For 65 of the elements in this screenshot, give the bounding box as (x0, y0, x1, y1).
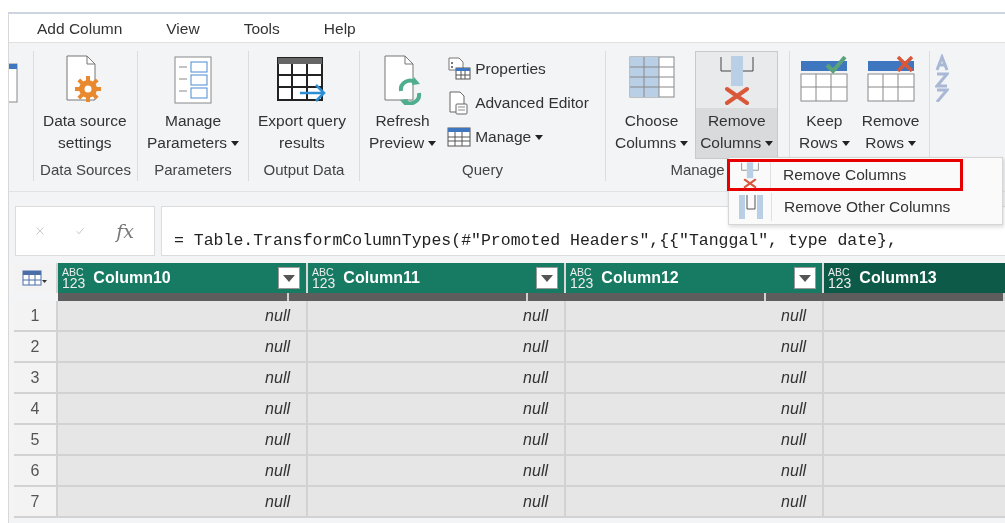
table-cell: null (308, 363, 566, 392)
table-cell: null (58, 332, 308, 361)
table-cell: null (308, 301, 566, 330)
table-cell: null (308, 456, 566, 485)
ribbon-button[interactable]: Remove Columns (695, 51, 779, 159)
filter-dropdown-button[interactable] (536, 267, 558, 289)
ribbon-button[interactable]: Refresh Preview (364, 51, 442, 159)
table-cell: null (566, 456, 824, 485)
columns-table-icon (628, 55, 675, 99)
ribbon-button[interactable]: Manage Parameters (142, 51, 245, 159)
table-cell: null (566, 487, 824, 516)
table-cell: null (566, 394, 824, 423)
caret-icon (799, 274, 811, 282)
table-cell: null (566, 301, 824, 330)
ribbon-button[interactable]: Manage (443, 121, 593, 153)
ribbon-button[interactable]: Data source settings (38, 51, 132, 159)
table-cell: null (566, 425, 824, 454)
group-label: Manage (670, 161, 725, 178)
filter-dropdown-button[interactable] (794, 267, 816, 289)
remove-other-columns-icon (738, 193, 764, 221)
group-label: Output Data (263, 161, 345, 178)
table-cell: null (58, 487, 308, 516)
group-label: Data Sources (40, 161, 131, 178)
ribbon-button[interactable]: Properties (443, 53, 593, 85)
ribbon-button[interactable]: Choose Columns (610, 51, 694, 159)
menu-tab[interactable]: Tools (243, 14, 280, 40)
caret-icon (283, 274, 295, 282)
table-cell: null (58, 394, 308, 423)
remove-column-icon (740, 161, 760, 189)
sort-icon (935, 54, 949, 102)
table-cell: null (58, 301, 308, 330)
properties-icon (447, 57, 472, 81)
table-icon (447, 126, 472, 148)
caret-icon (541, 274, 553, 282)
table-cell: null (308, 394, 566, 423)
type-icon[interactable]: ABC 123 (570, 266, 594, 290)
table-cell: null (308, 332, 566, 361)
group-label: Query (462, 161, 503, 178)
table-cell: null (566, 363, 824, 392)
remove-rows-icon (865, 55, 916, 103)
table-cell: null (308, 487, 566, 516)
filter-dropdown-button[interactable] (278, 267, 300, 289)
menu-tab[interactable]: Add Column (37, 14, 123, 40)
ribbon-button[interactable]: Keep Rows (794, 51, 855, 159)
menu-item[interactable]: Remove Other Columns (729, 191, 1002, 223)
table-cell: null (58, 456, 308, 485)
keep-rows-icon (799, 55, 850, 103)
insert-function-button[interactable]: fx (116, 220, 134, 242)
type-icon[interactable]: ABC 123 (828, 266, 852, 290)
ribbon-button[interactable]: Advanced Editor (443, 87, 593, 119)
type-icon[interactable]: ABC 123 (62, 266, 86, 290)
menu-tab[interactable]: Help (323, 14, 356, 40)
type-icon[interactable]: ABC 123 (312, 266, 336, 290)
table-cell: null (58, 425, 308, 454)
group-label: Parameters (154, 161, 232, 178)
table-cell: null (308, 425, 566, 454)
table-cell: null (58, 363, 308, 392)
table-cell: null (566, 332, 824, 361)
remove-column-icon (717, 55, 756, 105)
ribbon-button[interactable]: Remove Rows (856, 51, 925, 159)
ribbon-button[interactable]: Export query results (253, 51, 351, 159)
table-menu-icon[interactable] (22, 270, 48, 286)
menu-item[interactable]: Remove Columns (727, 159, 963, 191)
parameter-list-icon (173, 55, 214, 105)
menu-tab[interactable]: View (166, 14, 200, 40)
